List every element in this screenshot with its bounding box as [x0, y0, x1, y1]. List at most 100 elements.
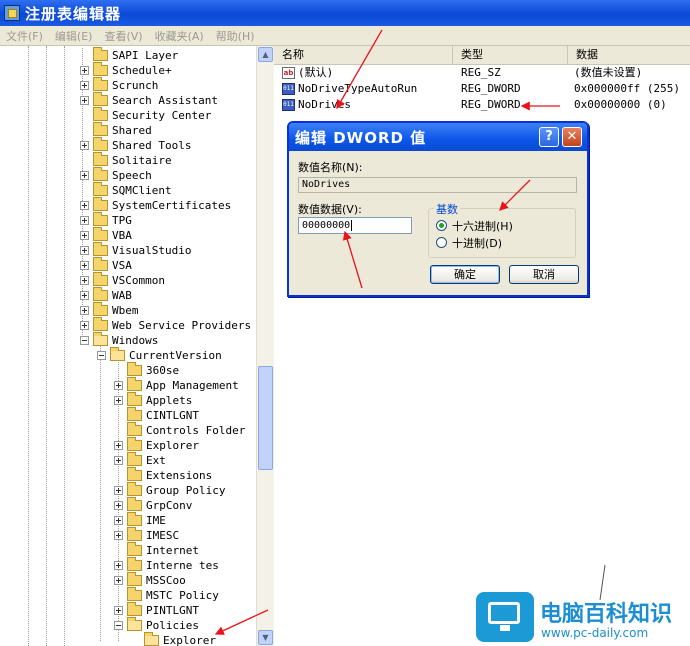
- tree-node[interactable]: VSA: [80, 257, 132, 273]
- folder-icon: [127, 572, 142, 586]
- tree-node[interactable]: MSTC Policy: [114, 587, 219, 603]
- tree-node[interactable]: Group Policy: [114, 482, 225, 498]
- dialog-title: 编辑 DWORD 值: [295, 129, 427, 147]
- tree-node[interactable]: Schedule+: [80, 62, 172, 78]
- cancel-button[interactable]: 取消: [509, 265, 579, 284]
- expand-plus-icon[interactable]: [80, 291, 89, 300]
- tree-node[interactable]: Solitaire: [80, 152, 172, 168]
- tree-node[interactable]: Extensions: [114, 467, 212, 483]
- value-row[interactable]: ab (默认) REG_SZ (数值未设置): [274, 65, 690, 81]
- dec-radio[interactable]: [436, 237, 447, 248]
- expand-plus-icon[interactable]: [114, 576, 123, 585]
- tree-node[interactable]: VisualStudio: [80, 242, 191, 258]
- value-row[interactable]: 011 NoDriveTypeAutoRun REG_DWORD 0x000000ff…: [274, 81, 690, 97]
- expand-plus-icon[interactable]: [114, 606, 123, 615]
- registry-tree[interactable]: SAPI Layer Schedule+ Scrunch Search Assista…: [0, 46, 256, 646]
- expand-plus-icon[interactable]: [80, 216, 89, 225]
- tree-node[interactable]: Ext: [114, 452, 166, 468]
- scroll-down-icon[interactable]: ▼: [258, 630, 273, 645]
- value-data-input[interactable]: 00000000: [298, 217, 412, 234]
- expand-plus-icon[interactable]: [80, 141, 89, 150]
- scroll-thumb[interactable]: [258, 366, 273, 470]
- folder-icon: [127, 587, 142, 601]
- tree-node[interactable]: SQMClient: [80, 182, 172, 198]
- tree-node[interactable]: Explorer: [131, 632, 216, 646]
- close-button[interactable]: ✕: [562, 127, 582, 147]
- tree-node[interactable]: IME: [114, 512, 166, 528]
- help-button[interactable]: ?: [539, 127, 559, 147]
- ok-button[interactable]: 确定: [430, 265, 500, 284]
- watermark-logo-icon: [476, 592, 534, 642]
- scroll-up-icon[interactable]: ▲: [258, 47, 273, 62]
- expand-plus-icon[interactable]: [80, 66, 89, 75]
- tree-node[interactable]: Security Center: [80, 107, 211, 123]
- tree-node[interactable]: Windows: [80, 332, 158, 348]
- expand-plus-icon[interactable]: [114, 381, 123, 390]
- expand-plus-icon[interactable]: [114, 516, 123, 525]
- tree-node[interactable]: Internet: [114, 542, 199, 558]
- tree-node[interactable]: Web Service Providers: [80, 317, 251, 333]
- expand-plus-icon[interactable]: [114, 501, 123, 510]
- expand-plus-icon[interactable]: [114, 486, 123, 495]
- folder-icon: [93, 92, 108, 106]
- tree-node[interactable]: SAPI Layer: [80, 47, 178, 63]
- tree-node[interactable]: App Management: [114, 377, 239, 393]
- tree-node-label: WAB: [112, 289, 132, 302]
- tree-node[interactable]: SystemCertificates: [80, 197, 231, 213]
- expand-plus-icon[interactable]: [114, 396, 123, 405]
- menu-item[interactable]: 收藏夹(A): [155, 28, 204, 44]
- expand-plus-icon[interactable]: [80, 231, 89, 240]
- tree-node[interactable]: 360se: [114, 362, 179, 378]
- tree-node[interactable]: WAB: [80, 287, 132, 303]
- expand-plus-icon[interactable]: [80, 81, 89, 90]
- tree-node-label: Policies: [146, 619, 199, 632]
- tree-node[interactable]: Explorer: [114, 437, 199, 453]
- tree-node[interactable]: Shared Tools: [80, 137, 191, 153]
- menu-item[interactable]: 帮助(H): [216, 28, 255, 44]
- tree-node[interactable]: IMESC: [114, 527, 179, 543]
- tree-node[interactable]: VSCommon: [80, 272, 165, 288]
- tree-node[interactable]: Speech: [80, 167, 152, 183]
- tree-node[interactable]: Search Assistant: [80, 92, 218, 108]
- tree-node[interactable]: Scrunch: [80, 77, 158, 93]
- expand-plus-icon[interactable]: [80, 246, 89, 255]
- collapse-minus-icon[interactable]: [97, 351, 106, 360]
- tree-node[interactable]: Applets: [114, 392, 192, 408]
- tree-node[interactable]: GrpConv: [114, 497, 192, 513]
- tree-node[interactable]: Shared: [80, 122, 152, 138]
- dec-label[interactable]: 十进制(D): [452, 235, 502, 251]
- collapse-minus-icon[interactable]: [114, 621, 123, 630]
- expand-plus-icon[interactable]: [80, 306, 89, 315]
- expand-plus-icon[interactable]: [80, 261, 89, 270]
- hex-radio[interactable]: [436, 220, 447, 231]
- tree-node[interactable]: Interne tes: [114, 557, 219, 573]
- menu-item[interactable]: 编辑(E): [55, 28, 93, 44]
- tree-node[interactable]: Controls Folder: [114, 422, 245, 438]
- column-data[interactable]: 数据: [568, 46, 690, 64]
- expand-plus-icon[interactable]: [80, 201, 89, 210]
- expand-plus-icon[interactable]: [114, 456, 123, 465]
- menu-item[interactable]: 查看(V): [104, 28, 142, 44]
- expand-plus-icon[interactable]: [80, 96, 89, 105]
- tree-node[interactable]: Wbem: [80, 302, 139, 318]
- expand-plus-icon[interactable]: [80, 171, 89, 180]
- menu-item[interactable]: 文件(F): [6, 28, 43, 44]
- tree-node[interactable]: CINTLGNT: [114, 407, 199, 423]
- tree-node[interactable]: PINTLGNT: [114, 602, 199, 618]
- tree-node[interactable]: TPG: [80, 212, 132, 228]
- expand-plus-icon[interactable]: [80, 321, 89, 330]
- tree-node[interactable]: CurrentVersion: [97, 347, 222, 363]
- collapse-minus-icon[interactable]: [80, 336, 89, 345]
- expand-plus-icon[interactable]: [114, 531, 123, 540]
- tree-node[interactable]: Policies: [114, 617, 199, 633]
- column-name[interactable]: 名称: [274, 46, 453, 64]
- tree-node[interactable]: VBA: [80, 227, 132, 243]
- expand-plus-icon[interactable]: [80, 276, 89, 285]
- hex-label[interactable]: 十六进制(H): [452, 218, 513, 234]
- tree-node[interactable]: MSSCoo: [114, 572, 186, 588]
- expand-plus-icon[interactable]: [114, 561, 123, 570]
- value-row[interactable]: 011 NoDrives REG_DWORD 0x00000000 (0): [274, 97, 690, 113]
- column-type[interactable]: 类型: [453, 46, 568, 64]
- tree-scrollbar[interactable]: ▲ ▼: [256, 46, 274, 646]
- expand-plus-icon[interactable]: [114, 441, 123, 450]
